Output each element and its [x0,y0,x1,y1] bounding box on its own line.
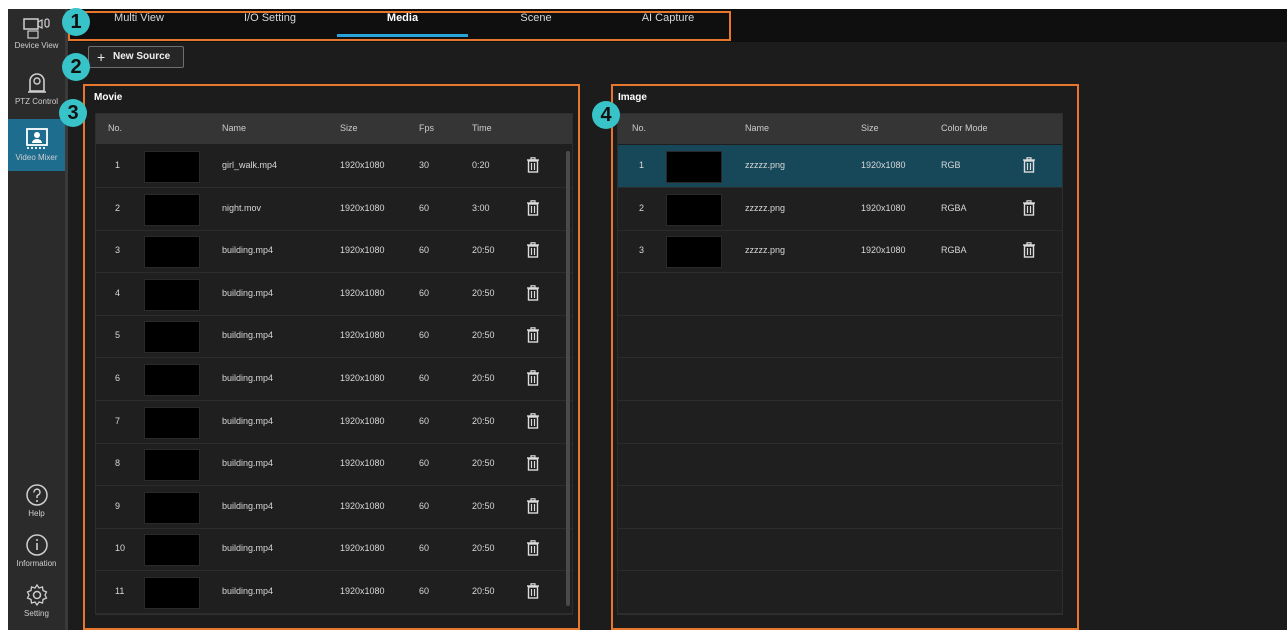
sidebar-item-label: Help [28,509,45,518]
new-source-label: New Source [113,51,171,62]
annotation-badge-2: 2 [62,53,90,81]
sidebar-item-label: Information [16,559,57,568]
sidebar-item-label: Setting [24,609,49,618]
device-view-icon [22,18,50,39]
new-source-button[interactable]: + New Source [88,46,184,68]
info-icon [25,534,48,556]
sidebar-item-information[interactable]: Information [8,533,65,568]
gear-icon [26,583,47,607]
annotation-outline-tabs [68,11,731,41]
plus-icon: + [97,49,106,65]
annotation-badge-4: 4 [592,101,620,129]
annotation-outline-image [611,84,1079,630]
annotation-badge-1: 1 [62,8,90,36]
sidebar: Device View PTZ Control Video Mixer Help… [8,9,65,630]
ptz-camera-icon [27,73,46,93]
annotation-outline-movie [83,84,580,630]
sidebar-item-video-mixer[interactable]: Video Mixer [8,119,65,171]
video-mixer-icon [25,128,48,149]
help-icon [25,484,48,506]
sidebar-item-device-view[interactable]: Device View [8,17,65,50]
sidebar-item-label: PTZ Control [14,97,59,106]
sidebar-item-ptz-control[interactable]: PTZ Control [8,71,65,106]
sidebar-item-label: Device View [14,41,59,50]
sidebar-item-help[interactable]: Help [8,483,65,518]
annotation-badge-3: 3 [59,99,87,127]
sidebar-item-label: Video Mixer [15,153,58,162]
sidebar-item-setting[interactable]: Setting [8,583,65,618]
